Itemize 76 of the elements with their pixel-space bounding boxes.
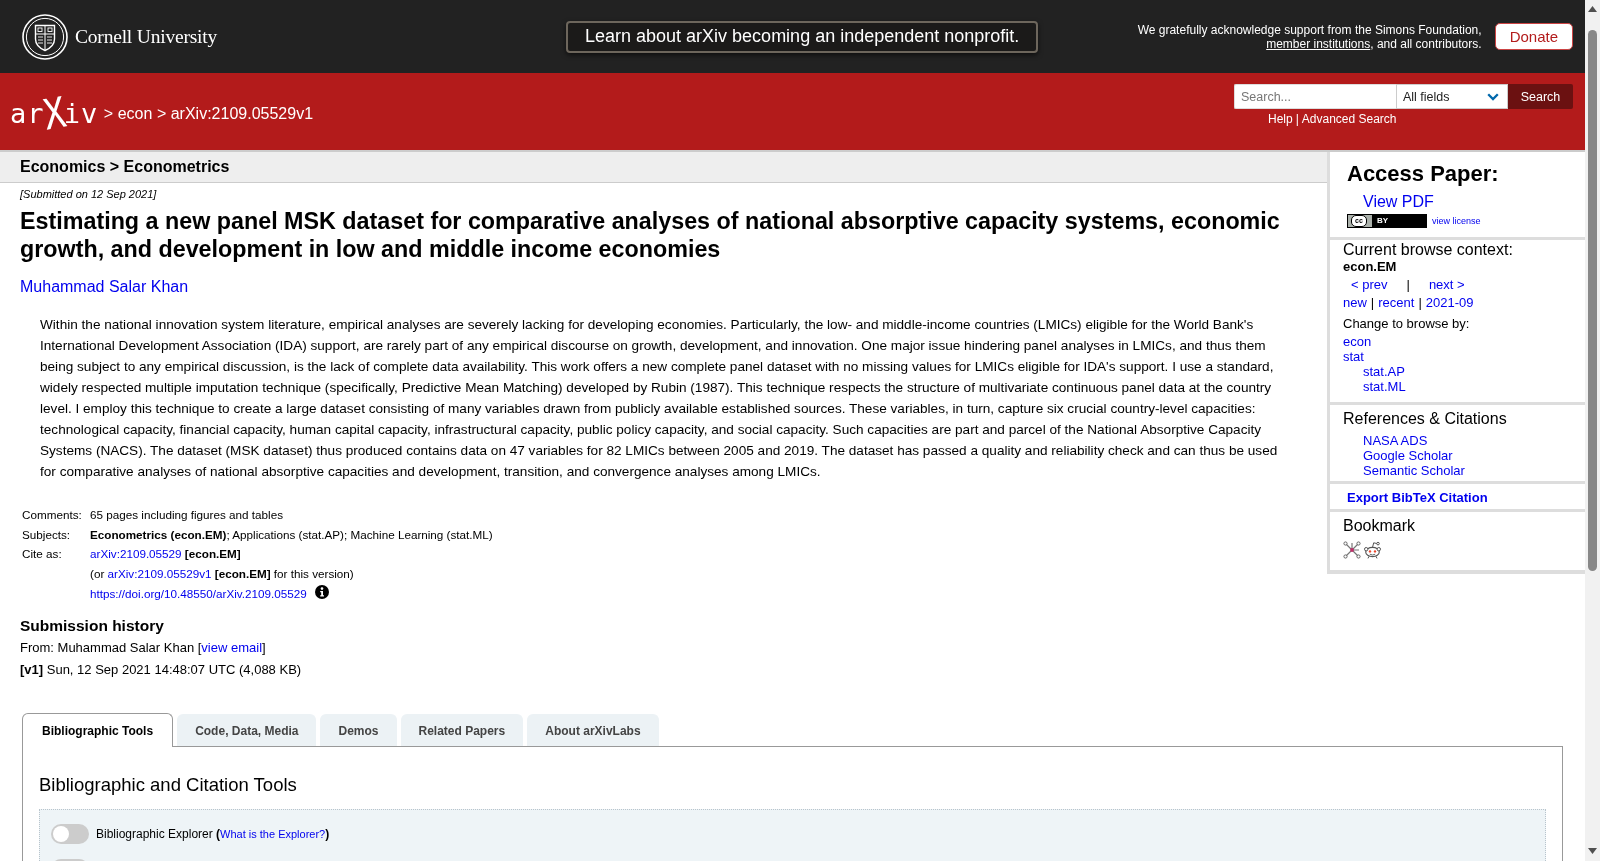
browse-category-link[interactable]: econ <box>1343 334 1372 349</box>
browse-category-link[interactable]: stat <box>1343 349 1364 364</box>
search-help-link[interactable]: Advanced Search <box>1301 112 1397 126</box>
citation-line: (or arXiv:2109.05529v1 [econ.EM] for this version) <box>90 566 354 580</box>
acknowledgment-text: We gratefully acknowledge support from the Simons Foundation, member institutions, and all contributors. <box>1136 22 1482 51</box>
panel-heading: Current browse context: <box>1343 241 1514 259</box>
scrollbar-thumb[interactable] <box>1588 30 1597 571</box>
field-select[interactable]: All fields <box>1396 84 1508 109</box>
link-separator: | <box>1406 276 1410 294</box>
paper-title: Estimating a new panel MSK dataset for comparative analyses of national absorptive capacity systems, economic growth, and development in low and middle income economies <box>20 208 1281 264</box>
caret-down-icon[interactable] <box>1588 848 1597 854</box>
tab[interactable]: About arXivLabs <box>527 714 659 747</box>
tab[interactable]: Code, Data, Media <box>177 714 317 747</box>
metadata-label: Cite as: <box>22 546 63 563</box>
citation-link[interactable]: arXiv:2109.05529 <box>90 547 182 561</box>
change-browse-label: Change to browse by: <box>1343 316 1471 332</box>
browse-period-link[interactable]: 2021-09 <box>1425 294 1474 312</box>
reference-link[interactable]: Semantic Scholar <box>1363 463 1465 478</box>
reference-link[interactable]: NASA ADS <box>1363 433 1428 448</box>
announcement-button[interactable]: Learn about arXiv becoming an independent nonprofit. <box>566 20 1039 53</box>
view-license-link[interactable]: view license <box>1432 216 1481 226</box>
donate-button[interactable]: Donate <box>1494 23 1573 50</box>
search-field[interactable]: Search... <box>1234 84 1396 109</box>
tab[interactable]: Bibliographic Tools <box>22 713 174 748</box>
export-bibtex-link[interactable]: Export BibTeX Citation <box>1347 490 1488 505</box>
metadata-label: Comments: <box>22 507 83 524</box>
alien-face-icon[interactable] <box>1363 541 1382 559</box>
browse-context: econ.EM <box>1343 259 1398 275</box>
breadcrumb-separator: > <box>103 104 114 123</box>
author-link[interactable]: Muhammad Salar Khan <box>20 278 189 296</box>
panel-heading: Access Paper: <box>1347 161 1500 187</box>
link-separator: | <box>1370 294 1375 312</box>
breadcrumb-link[interactable]: econ <box>117 104 153 123</box>
search-button[interactable]: Search <box>1508 84 1573 109</box>
university-name[interactable]: Cornell University <box>75 25 218 48</box>
category-header: Economics > Econometrics <box>0 152 1327 183</box>
link-separator: | <box>1295 112 1299 126</box>
submitter-line: From: Muhammad Salar Khan [view email] <box>20 639 267 658</box>
info-icon[interactable] <box>314 584 329 599</box>
site-logo[interactable]: arXiv <box>10 92 99 135</box>
chevron-down-icon <box>1487 92 1499 101</box>
panel-heading: Bookmark <box>1343 517 1417 535</box>
tab[interactable]: Demos <box>320 714 397 747</box>
metadata-label: Subjects: <box>22 526 72 543</box>
toggle-switch[interactable] <box>51 824 89 845</box>
browse-category-link[interactable]: stat.AP <box>1363 364 1405 379</box>
tools-heading: Bibliographic and Citation Tools <box>39 774 298 797</box>
explorer-help-link[interactable]: What is the Explorer? <box>220 828 326 841</box>
browse-nav-link[interactable]: next > <box>1428 276 1465 294</box>
view-pdf-link[interactable]: View PDF <box>1363 192 1585 212</box>
caret-up-icon[interactable] <box>1588 6 1597 12</box>
citation-link[interactable]: arXiv:2109.05529v1 <box>107 566 212 580</box>
browse-category-link[interactable]: stat.ML <box>1363 379 1406 394</box>
submission-date: [Submitted on 12 Sep 2021] <box>20 187 158 201</box>
toggle-label: Bibliographic Explorer (What is the Explorer?) <box>96 827 330 842</box>
citation-line: arXiv:2109.05529 [econ.EM] <box>90 547 241 561</box>
license-type-text: BY <box>1377 216 1389 226</box>
panel-heading: References & Citations <box>1343 410 1508 428</box>
version-line: [v1] Sun, 12 Sep 2021 14:48:07 UTC (4,088 KB) <box>20 661 303 680</box>
scrollbar[interactable] <box>1585 0 1600 861</box>
browse-period-link[interactable]: recent <box>1378 294 1415 312</box>
search-help-link[interactable]: Help <box>1268 112 1293 126</box>
browse-nav-link[interactable]: < prev <box>1351 276 1388 294</box>
breadcrumb-current: arXiv:2109.05529v1 <box>170 104 314 123</box>
citation-link[interactable]: https://doi.org/10.48550/arXiv.2109.05529 <box>90 586 307 600</box>
tab[interactable]: Related Papers <box>400 714 524 747</box>
metadata-value: Econometrics (econ.EM); Applications (stat.AP); Machine Learning (stat.ML) <box>90 526 494 543</box>
breadcrumb-separator: > <box>156 104 167 123</box>
abstract-text: Within the national innovation system literature, empirical analyses are severely lacking for developing economies. Particularly, the low- and middle-income countries (LMICs) eligible for the World Bank's International Development Association (IDA) support, are rarely part of any empirical discourse on growth, development, and innovation. One major issue hindering panel analyses in LMICs, and thus them being subject to any empirical discussion, is the lack of complete data availability. This work offers a new complete panel dataset with no missing values for LMICs eligible for IDA's support. I use a standard, widely respected multiple imputation technique (specifically, Predictive Mean Matching) developed by Rubin (1987). This technique respects the structure of multivariate continuous panel data at the country level. I employ this technique to create a large dataset consisting of many variables drawn from publicly available established sources. These variables, in turn, capture six crucial country-level capacities: technological capacity, financial capacity, human capital capacity, infrastructural capacity, public policy capacity, and social capacity. Such capacities are part and parcel of the National Absorptive Capacity Systems (NACS). The dataset (MSK dataset) thus produced contains data on 47 variables for 82 LMICs between 2005 and 2019. The dataset has passed a quality and reliability check and can thus be used for comparative analyses of national absorptive capacities and development, transition, and convergence analyses among LMICs. <box>40 316 1279 482</box>
metadata-value: 65 pages including figures and tables <box>90 507 284 524</box>
shield-seal-icon[interactable] <box>22 13 68 60</box>
link-separator: | <box>1418 294 1422 312</box>
reference-link[interactable]: Google Scholar <box>1363 448 1453 463</box>
history-heading: Submission history <box>20 616 165 637</box>
network-icon[interactable] <box>1343 541 1361 559</box>
browse-period-link[interactable]: new <box>1343 294 1367 312</box>
